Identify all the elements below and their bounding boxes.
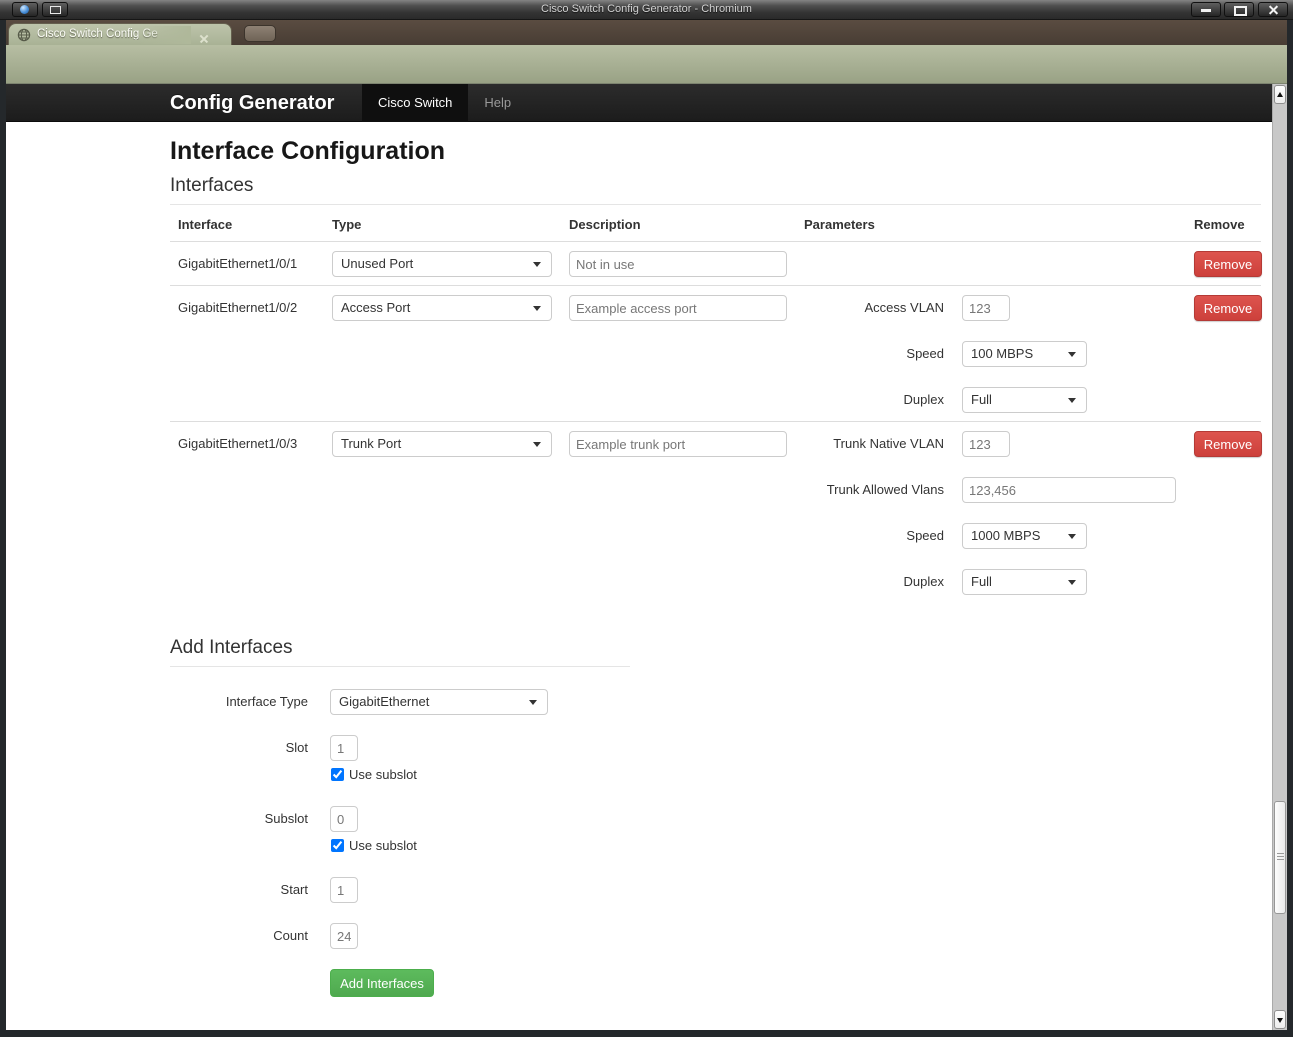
tab-title-fade [139,26,191,44]
minimize-button[interactable] [1191,2,1221,17]
window-titlebar: Cisco Switch Config Generator - Chromium [0,0,1293,20]
scrollbar-grip-icon [1277,853,1284,861]
field-label: Interface Type [170,689,308,715]
field-label: Start [170,877,308,903]
site-navbar: Config Generator Cisco Switch Help [6,84,1272,122]
speed-select[interactable]: 100 MBPS [962,341,1087,367]
new-tab-button[interactable] [244,25,276,42]
description-input[interactable] [569,431,787,457]
header-description: Description [561,205,796,242]
param-label: Trunk Native VLAN [804,431,944,457]
scroll-down-button[interactable] [1274,1010,1286,1029]
header-parameters: Parameters [796,205,1186,242]
tab-close-icon[interactable] [199,34,209,44]
minimize-icon [1201,9,1211,12]
add-interfaces-form: Interface Type GigabitEthernet Slot Use … [170,689,1261,997]
browser-toolbar: localhost/~ben/scgen/ [0,45,1293,84]
table-row: GigabitEthernet1/0/1 Unused Port Remove [170,242,1261,286]
maximize-button[interactable] [1224,2,1254,17]
interfaces-legend: Interfaces [170,175,1261,205]
site-nav: Cisco Switch Help [362,84,527,122]
add-interfaces-button[interactable]: Add Interfaces [330,969,434,997]
window-title: Cisco Switch Config Generator - Chromium [0,3,1293,15]
interface-name: GigabitEthernet1/0/3 [178,431,297,457]
field-label: Slot [170,735,308,782]
scrollbar-thumb[interactable] [1274,801,1286,914]
start-input[interactable] [330,877,358,903]
chevron-down-icon [1068,534,1076,539]
window-frame [0,1030,1293,1037]
interface-type-select[interactable]: GigabitEthernet [330,689,548,715]
field-label: Subslot [170,806,308,853]
browser-window: Cisco Switch Config Generator - Chromium… [0,0,1293,1037]
speed-select[interactable]: 1000 MBPS [962,523,1087,549]
site-brand[interactable]: Config Generator [170,84,334,122]
interface-name: GigabitEthernet1/0/2 [178,295,297,321]
close-button[interactable] [1258,2,1288,17]
header-type: Type [324,205,561,242]
param-label: Access VLAN [804,295,944,321]
chevron-down-icon [1068,398,1076,403]
table-header-row: Interface Type Description Parameters Re… [170,205,1261,242]
chevron-down-icon [533,442,541,447]
table-row: GigabitEthernet1/0/3 Trunk Port Trunk Na… [170,422,1261,604]
chevron-down-icon [1068,580,1076,585]
globe-favicon-icon [17,28,31,42]
nav-help[interactable]: Help [468,84,527,122]
param-label: Duplex [804,387,944,413]
checkbox-label: Use subslot [349,838,417,853]
remove-button[interactable]: Remove [1194,251,1262,277]
tab-bar: Cisco Switch Config Ge [0,20,1293,45]
window-frame [1287,20,1293,1037]
slot-input[interactable] [330,735,358,761]
type-select[interactable]: Trunk Port [332,431,552,457]
duplex-select[interactable]: Full [962,569,1087,595]
param-label: Speed [804,341,944,367]
use-subslot-checkbox[interactable] [331,839,344,852]
arrow-down-icon [1277,1018,1283,1023]
chevron-down-icon [533,262,541,267]
type-select[interactable]: Unused Port [332,251,552,277]
trunk-native-vlan-input[interactable] [962,431,1010,457]
page-scrollbar[interactable] [1272,84,1287,1030]
description-input[interactable] [569,295,787,321]
webpage: Config Generator Cisco Switch Help Inter… [6,84,1272,1030]
page-title: Interface Configuration [170,137,1261,166]
remove-button[interactable]: Remove [1194,295,1262,321]
arrow-up-icon [1277,92,1283,97]
use-subslot-checkbox[interactable] [331,768,344,781]
field-label: Count [170,923,308,949]
window-frame [0,20,6,1037]
table-row: GigabitEthernet1/0/2 Access Port Access … [170,286,1261,422]
subslot-input[interactable] [330,806,358,832]
param-label: Duplex [804,569,944,595]
access-vlan-input[interactable] [962,295,1010,321]
chevron-down-icon [1068,352,1076,357]
header-interface: Interface [170,205,324,242]
scroll-up-button[interactable] [1274,85,1286,104]
interface-name: GigabitEthernet1/0/1 [178,251,297,277]
param-label: Speed [804,523,944,549]
trunk-allowed-vlans-input[interactable] [962,477,1176,503]
header-remove: Remove [1186,205,1261,242]
browser-tab[interactable]: Cisco Switch Config Ge [8,23,232,45]
remove-button[interactable]: Remove [1194,431,1262,457]
add-interfaces-legend: Add Interfaces [170,637,630,667]
param-label: Trunk Allowed Vlans [804,477,944,503]
count-input[interactable] [330,923,358,949]
chevron-down-icon [533,306,541,311]
interfaces-table: Interface Type Description Parameters Re… [170,205,1261,603]
checkbox-label: Use subslot [349,767,417,782]
duplex-select[interactable]: Full [962,387,1087,413]
nav-cisco-switch[interactable]: Cisco Switch [362,84,468,122]
description-input[interactable] [569,251,787,277]
type-select[interactable]: Access Port [332,295,552,321]
maximize-icon [1234,6,1247,16]
chevron-down-icon [529,700,537,705]
